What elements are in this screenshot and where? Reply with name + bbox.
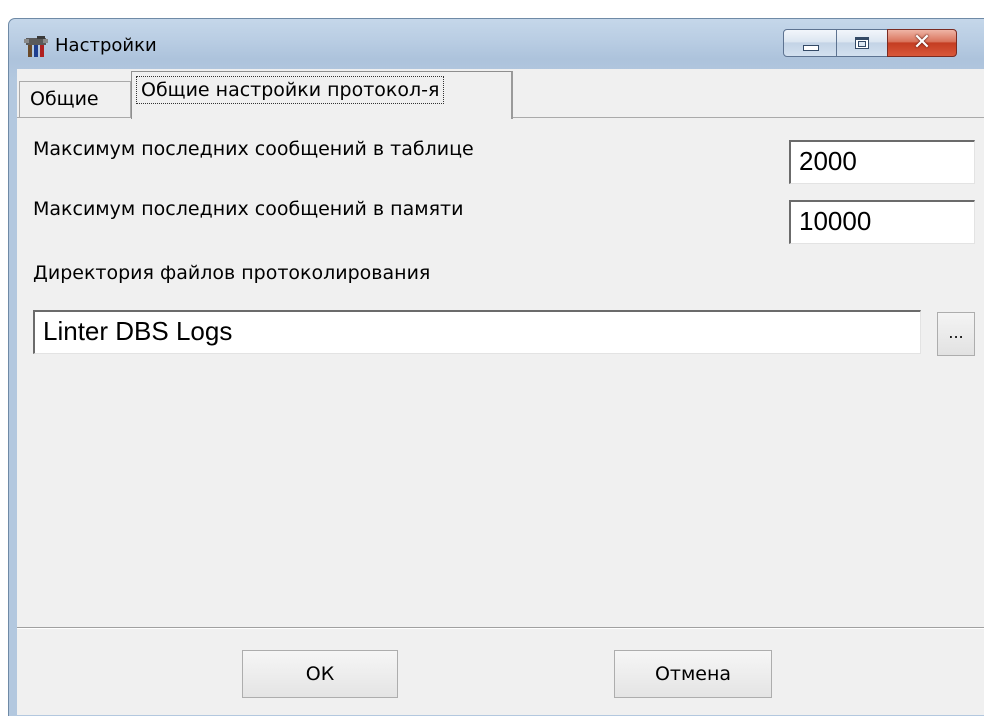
cancel-button[interactable]: Отмена — [614, 650, 772, 698]
tab-general-label: Общие — [30, 88, 99, 110]
max-memory-messages-label: Максимум последних сообщений в памяти — [33, 198, 464, 220]
browse-directory-button[interactable]: ... — [937, 312, 975, 356]
settings-tools-icon — [24, 36, 48, 57]
log-directory-input[interactable]: Linter DBS Logs — [33, 310, 921, 354]
ok-button[interactable]: ОК — [242, 650, 398, 698]
settings-window: Настройки ✕ Общие Общие настройки проток… — [8, 18, 984, 716]
tab-strip: Общие Общие настройки протокол-я — [17, 69, 984, 119]
log-directory-label: Директория файлов протоколирования — [33, 262, 431, 284]
maximize-button[interactable] — [836, 29, 888, 57]
max-memory-messages-input[interactable]: 10000 — [789, 200, 975, 244]
title-bar[interactable]: Настройки ✕ — [9, 19, 984, 69]
tab-general[interactable]: Общие — [19, 81, 131, 117]
close-icon: ✕ — [912, 30, 932, 55]
window-title: Настройки — [55, 35, 157, 56]
minimize-icon — [803, 45, 819, 51]
maximize-icon — [855, 37, 869, 49]
close-button[interactable]: ✕ — [887, 29, 957, 57]
max-table-messages-label: Максимум последних сообщений в таблице — [33, 138, 474, 160]
dialog-footer: ОК Отмена — [17, 627, 984, 715]
minimize-button[interactable] — [783, 29, 837, 57]
dialog-client-area: Общие Общие настройки протокол-я Максиму… — [17, 69, 984, 715]
tab-protocol-settings-label: Общие настройки протокол-я — [136, 76, 445, 104]
tab-panel-protocol-settings: Максимум последних сообщений в таблице 2… — [17, 117, 984, 627]
max-table-messages-input[interactable]: 2000 — [789, 140, 975, 184]
tab-protocol-settings[interactable]: Общие настройки протокол-я — [131, 71, 513, 119]
